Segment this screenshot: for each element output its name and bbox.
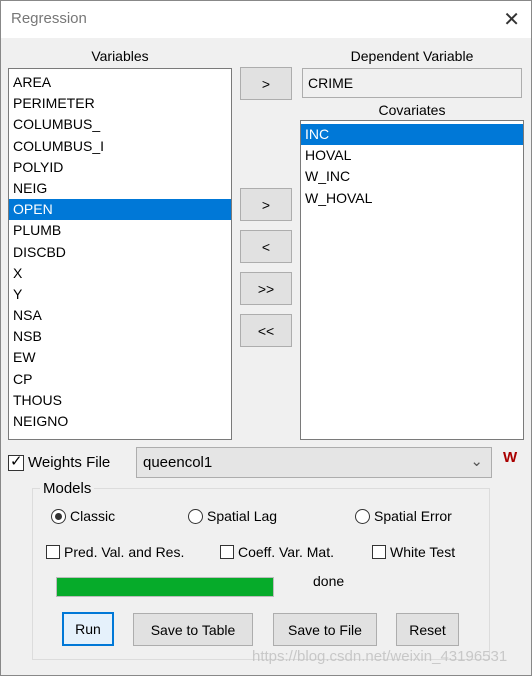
list-item[interactable]: PLUMB bbox=[9, 220, 231, 241]
radio-label: Spatial Lag bbox=[207, 508, 278, 524]
list-item[interactable]: INC bbox=[301, 124, 523, 146]
weights-label: Weights File bbox=[28, 454, 111, 471]
save-to-file-button[interactable]: Save to File bbox=[273, 613, 377, 646]
list-item[interactable]: EW bbox=[9, 347, 231, 368]
list-item[interactable]: X bbox=[9, 263, 231, 284]
variables-label: Variables bbox=[91, 48, 149, 64]
dependent-label: Dependent Variable bbox=[350, 48, 474, 64]
radio-selected-icon[interactable] bbox=[51, 508, 66, 524]
list-item[interactable]: W_HOVAL bbox=[301, 188, 523, 209]
weights-manager-icon[interactable]: W bbox=[503, 449, 517, 466]
weights-value: queencol1 bbox=[143, 454, 213, 471]
list-item[interactable]: POLYID bbox=[9, 157, 231, 178]
white-test-checkbox[interactable]: White Test bbox=[372, 544, 455, 560]
radio-spatial-lag[interactable]: Spatial Lag bbox=[188, 508, 277, 524]
status-text: done bbox=[313, 573, 345, 589]
watermark: https://blog.csdn.net/weixin_43196531 bbox=[252, 648, 508, 665]
dependent-field[interactable]: CRIME bbox=[302, 68, 522, 98]
checkbox-icon[interactable] bbox=[46, 545, 60, 559]
weights-dropdown[interactable]: queencol1 ⌄ bbox=[136, 447, 492, 478]
save-to-table-button[interactable]: Save to Table bbox=[133, 613, 253, 646]
radio-icon[interactable] bbox=[188, 508, 203, 524]
progress-fill bbox=[57, 578, 273, 596]
coeff-checkbox[interactable]: Coeff. Var. Mat. bbox=[220, 544, 334, 560]
list-item[interactable]: W_INC bbox=[301, 166, 523, 187]
list-item[interactable]: OPEN bbox=[9, 199, 231, 221]
variables-list[interactable]: AREA PERIMETER COLUMBUS_ COLUMBUS_I POLYID NE… bbox=[8, 68, 232, 440]
list-item[interactable]: NEIGNO bbox=[9, 411, 231, 432]
add-all-button[interactable]: >> bbox=[240, 272, 292, 305]
window-title: Regression bbox=[11, 10, 87, 27]
checkbox-icon[interactable] bbox=[220, 545, 234, 559]
radio-classic[interactable]: Classic bbox=[51, 508, 115, 524]
checkbox-label: Coeff. Var. Mat. bbox=[238, 544, 334, 560]
list-item[interactable]: HOVAL bbox=[301, 145, 523, 166]
list-item[interactable]: NEIG bbox=[9, 178, 231, 199]
list-item[interactable]: Y bbox=[9, 284, 231, 305]
covariates-label: Covariates bbox=[378, 102, 446, 118]
remove-all-button[interactable]: << bbox=[240, 314, 292, 347]
models-label: Models bbox=[40, 480, 95, 497]
radio-spatial-error[interactable]: Spatial Error bbox=[355, 508, 452, 524]
list-item[interactable]: AREA bbox=[9, 72, 231, 93]
pred-checkbox[interactable]: Pred. Val. and Res. bbox=[46, 544, 184, 560]
list-item[interactable]: COLUMBUS_I bbox=[9, 136, 231, 157]
list-item[interactable]: DISCBD bbox=[9, 242, 231, 263]
radio-label: Spatial Error bbox=[374, 508, 452, 524]
checkbox-icon[interactable] bbox=[372, 545, 386, 559]
weights-checkbox[interactable]: ✓ Weights File bbox=[8, 453, 111, 471]
run-button[interactable]: Run bbox=[62, 612, 114, 646]
checkbox-label: White Test bbox=[390, 544, 456, 560]
checkbox-checked-icon[interactable]: ✓ bbox=[8, 453, 24, 471]
set-dependent-button[interactable]: > bbox=[240, 67, 292, 100]
chevron-down-icon: ⌄ bbox=[470, 453, 483, 470]
reset-button[interactable]: Reset bbox=[396, 613, 459, 646]
list-item[interactable]: CP bbox=[9, 369, 231, 390]
remove-covariate-button[interactable]: < bbox=[240, 230, 292, 263]
list-item[interactable]: COLUMBUS_ bbox=[9, 114, 231, 135]
list-item[interactable]: THOUS bbox=[9, 390, 231, 411]
list-item[interactable]: NSA bbox=[9, 305, 231, 326]
radio-icon[interactable] bbox=[355, 508, 370, 524]
list-item[interactable]: PERIMETER bbox=[9, 93, 231, 114]
radio-label: Classic bbox=[70, 508, 116, 524]
list-item[interactable]: NSB bbox=[9, 326, 231, 347]
add-covariate-button[interactable]: > bbox=[240, 188, 292, 221]
close-icon[interactable]: ✕ bbox=[503, 7, 520, 32]
progress-bar bbox=[56, 577, 274, 597]
checkbox-label: Pred. Val. and Res. bbox=[64, 544, 185, 560]
covariates-list[interactable]: INC HOVAL W_INC W_HOVAL bbox=[300, 120, 524, 440]
